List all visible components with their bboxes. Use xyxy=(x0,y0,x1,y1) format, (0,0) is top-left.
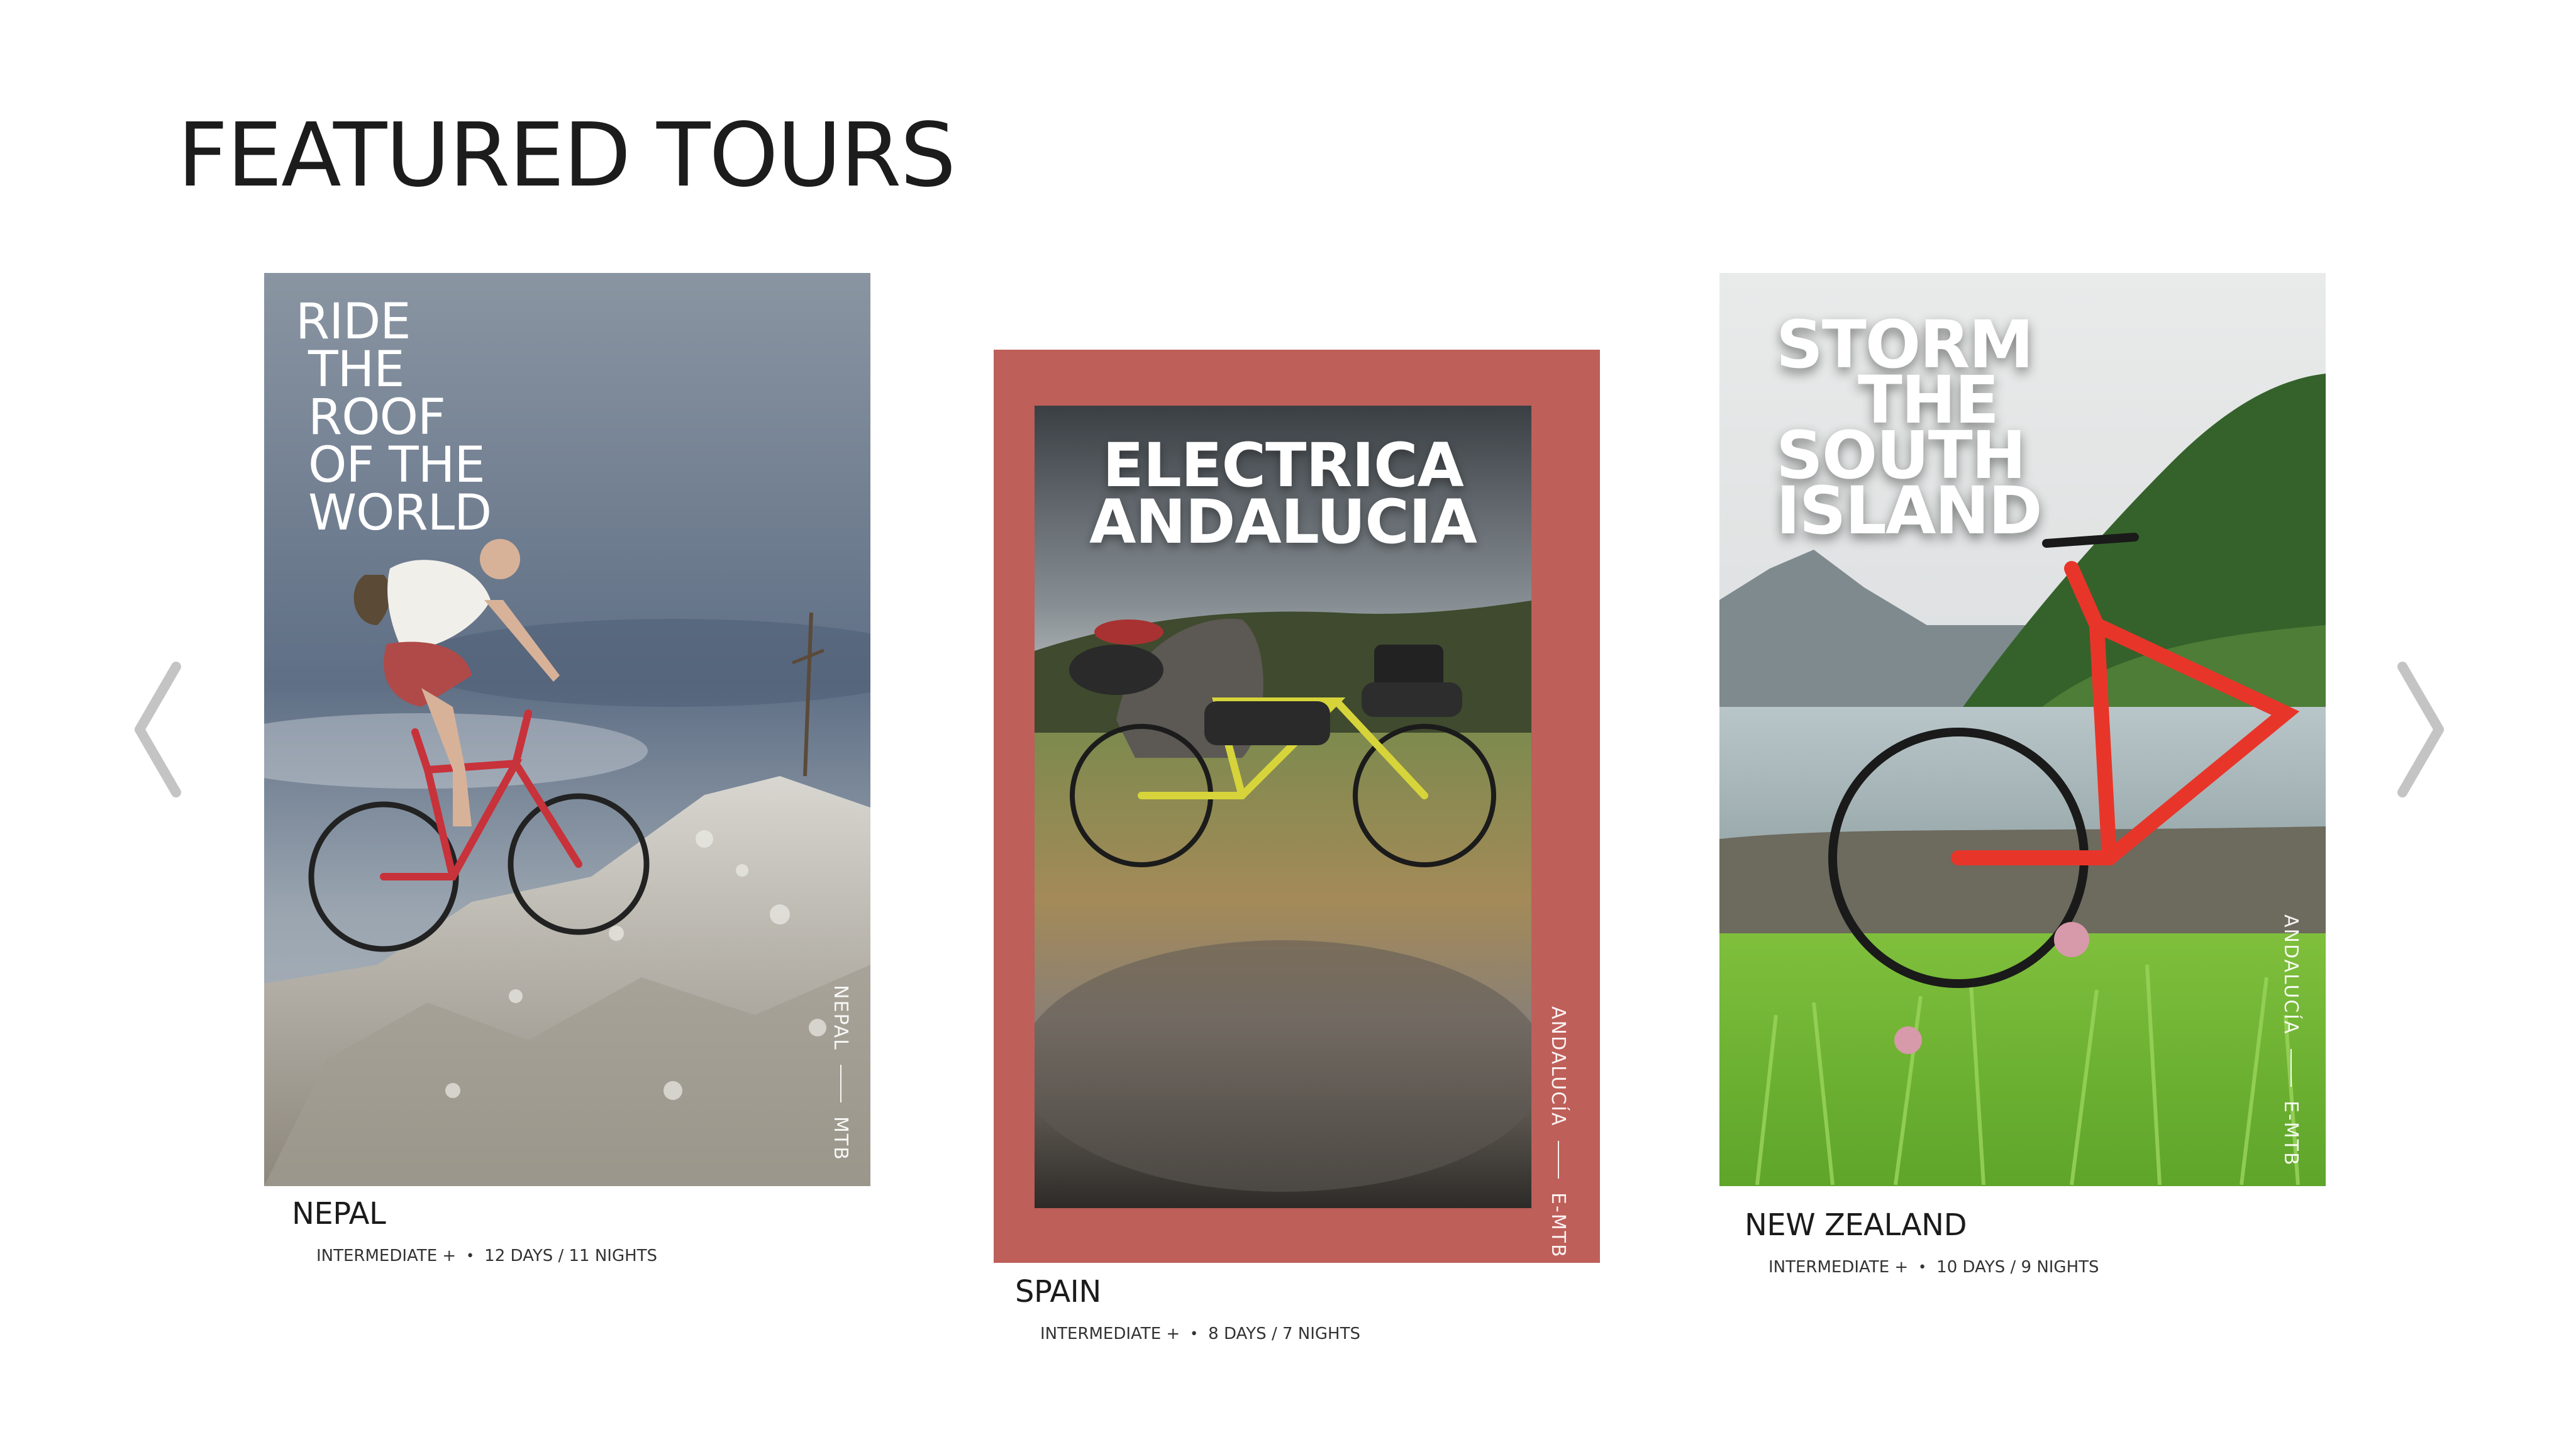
tour-title[interactable]: NEPAL xyxy=(292,1196,386,1231)
tour-duration: 8 DAYS / 7 NIGHTS xyxy=(1208,1324,1360,1343)
carousel-next-button[interactable] xyxy=(2396,660,2446,799)
tour-title[interactable]: SPAIN xyxy=(1015,1274,1101,1309)
poster-headline: ELECTRICA ANDALUCIA xyxy=(1089,430,1477,557)
poster-tag: NEPAL MTB xyxy=(830,985,852,1161)
poster-tag: ANDALUCÍA E-MTB xyxy=(1547,1006,1569,1258)
poster-headline: RIDE THE ROOF OF THE WORLD xyxy=(296,294,492,541)
tour-meta: INTERMEDIATE + • 12 DAYS / 11 NIGHTS xyxy=(316,1246,657,1265)
section-heading: FEATURED TOURS xyxy=(177,104,956,207)
tour-duration: 10 DAYS / 9 NIGHTS xyxy=(1936,1258,2099,1277)
tour-level: INTERMEDIATE + xyxy=(1768,1258,1909,1277)
tour-poster-image[interactable]: RIDE THE ROOF OF THE WORLD NEPAL MTB xyxy=(264,273,870,1186)
bullet-icon: • xyxy=(1190,1326,1199,1342)
tour-poster-image[interactable]: STORM THE SOUTH ISLAND ANDALUCÍA E-MTB xyxy=(1719,273,2326,1186)
tour-level: INTERMEDIATE + xyxy=(316,1246,457,1265)
tour-meta: INTERMEDIATE + • 10 DAYS / 9 NIGHTS xyxy=(1768,1258,2099,1277)
poster-headline: STORM THE SOUTH ISLAND xyxy=(1776,306,2043,549)
bullet-icon: • xyxy=(466,1248,475,1264)
carousel-prev-button[interactable] xyxy=(132,660,182,799)
poster-tag: ANDALUCÍA E-MTB xyxy=(2280,914,2302,1167)
chevron-left-icon xyxy=(135,662,181,797)
tour-meta: INTERMEDIATE + • 8 DAYS / 7 NIGHTS xyxy=(1040,1324,1360,1343)
bullet-icon: • xyxy=(1918,1259,1927,1275)
tour-level: INTERMEDIATE + xyxy=(1040,1324,1180,1343)
chevron-right-icon xyxy=(2397,662,2444,797)
tour-poster-image[interactable]: ELECTRICA ANDALUCIA xyxy=(1035,406,1531,1208)
tour-duration: 12 DAYS / 11 NIGHTS xyxy=(484,1246,658,1265)
tour-title[interactable]: NEW ZEALAND xyxy=(1745,1208,1967,1243)
